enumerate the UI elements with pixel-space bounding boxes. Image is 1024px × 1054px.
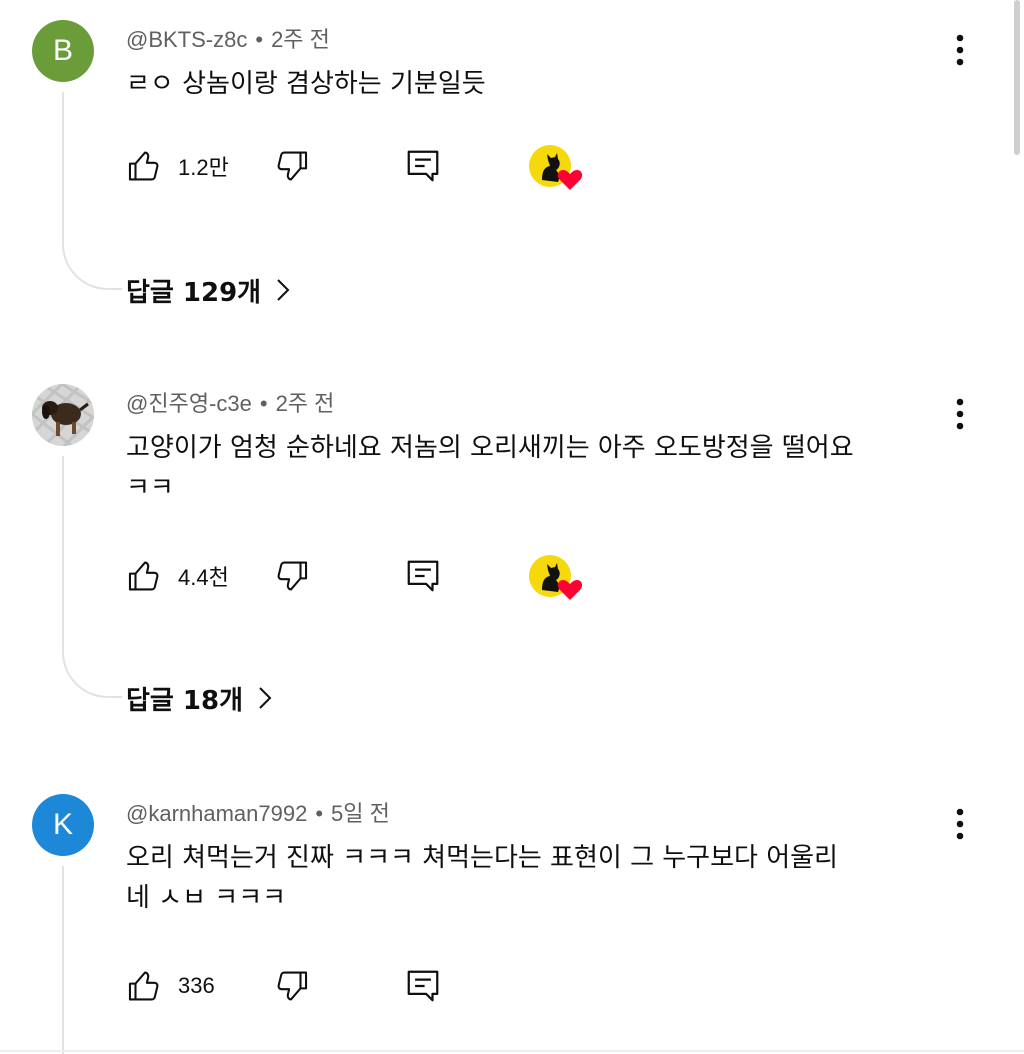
comment-text: 고양이가 엄청 순하네요 저놈의 오리새끼는 아주 오도방정을 떨어요 ㅋㅋ xyxy=(126,433,854,503)
view-replies-button[interactable]: 답글 18개 xyxy=(126,678,273,718)
thumbs-up-icon xyxy=(128,151,159,181)
comment-text: 오리 쳐먹는거 진짜 ㅋㅋㅋ 쳐먹는다는 표현이 그 누구보다 어울리 네 ㅅㅂ… xyxy=(126,843,838,913)
more-vert-icon xyxy=(956,808,964,840)
thumbs-up-icon xyxy=(128,561,159,591)
replies-count-label: 답글 18개 xyxy=(126,685,243,716)
author-name[interactable]: @karnhaman7992 xyxy=(126,801,307,826)
reply-icon xyxy=(407,970,439,1002)
author-name[interactable]: @BKTS-z8c xyxy=(126,27,247,52)
comment-time[interactable]: 5일 전 xyxy=(331,801,390,826)
thumbs-down-icon xyxy=(277,971,308,1001)
separator-dot: • xyxy=(255,27,264,52)
comment-header: @진주영-c3e • 2주 전 xyxy=(126,386,334,418)
author-name[interactable]: @진주영-c3e xyxy=(126,391,252,416)
dog-photo-avatar xyxy=(32,384,94,446)
like-count: 4.4천 xyxy=(178,565,229,590)
thread-line xyxy=(62,456,122,698)
comment-header: @BKTS-z8c • 2주 전 xyxy=(126,22,330,54)
comment-actions: 336 xyxy=(126,964,596,1008)
avatar[interactable]: B xyxy=(32,20,94,82)
more-vert-icon xyxy=(956,398,964,430)
creator-heart-badge xyxy=(528,142,586,192)
chevron-right-icon xyxy=(275,277,291,303)
like-button[interactable]: 336 xyxy=(126,964,215,1008)
comment-text: ㄹㅇ 상놈이랑 겸상하는 기분일듯 xyxy=(126,69,486,99)
reply-icon xyxy=(407,150,439,182)
like-button[interactable]: 4.4천 xyxy=(126,554,229,598)
separator-dot: • xyxy=(259,391,268,416)
dislike-button[interactable] xyxy=(272,554,310,598)
dislike-button[interactable] xyxy=(272,144,310,188)
chevron-right-icon xyxy=(257,685,273,711)
comment-item: @진주영-c3e • 2주 전 고양이가 엄청 순하네요 저놈의 오리새끼는 아주 … xyxy=(0,364,1010,744)
comment-time[interactable]: 2주 전 xyxy=(271,27,330,52)
thumbs-up-icon xyxy=(128,971,159,1001)
comment-actions: 4.4천 xyxy=(126,554,596,600)
reply-button[interactable] xyxy=(404,964,442,1008)
reply-icon xyxy=(407,560,439,592)
view-replies-button[interactable]: 답글 129개 xyxy=(126,270,291,310)
reply-button[interactable] xyxy=(404,554,442,598)
thumbs-down-icon xyxy=(277,561,308,591)
thread-line xyxy=(62,92,122,290)
separator-dot: • xyxy=(315,801,324,826)
comment-item: B @BKTS-z8c • 2주 전 ㄹㅇ 상놈이랑 겸상하는 기분일듯 1.2만 … xyxy=(0,0,1010,330)
scrollbar[interactable] xyxy=(1014,0,1020,155)
dislike-button[interactable] xyxy=(272,964,310,1008)
creator-heart-icon xyxy=(529,555,583,600)
creator-heart-badge xyxy=(528,552,586,602)
avatar[interactable]: K xyxy=(32,794,94,856)
comment-actions: 1.2만 xyxy=(126,144,596,190)
like-count: 1.2만 xyxy=(178,155,229,180)
thumbs-down-icon xyxy=(277,151,308,181)
divider xyxy=(0,1050,1024,1052)
thread-line xyxy=(62,866,64,1054)
reply-button[interactable] xyxy=(404,144,442,188)
creator-heart-icon xyxy=(529,145,583,190)
like-count: 336 xyxy=(178,973,215,998)
replies-count-label: 답글 129개 xyxy=(126,277,262,308)
comment-item: K @karnhaman7992 • 5일 전 오리 쳐먹는거 진짜 ㅋㅋㅋ 쳐먹는… xyxy=(0,774,1010,1054)
comment-header: @karnhaman7992 • 5일 전 xyxy=(126,796,390,828)
like-button[interactable]: 1.2만 xyxy=(126,144,229,188)
more-vert-icon xyxy=(956,34,964,66)
comment-time[interactable]: 2주 전 xyxy=(276,391,335,416)
avatar[interactable] xyxy=(32,384,94,446)
